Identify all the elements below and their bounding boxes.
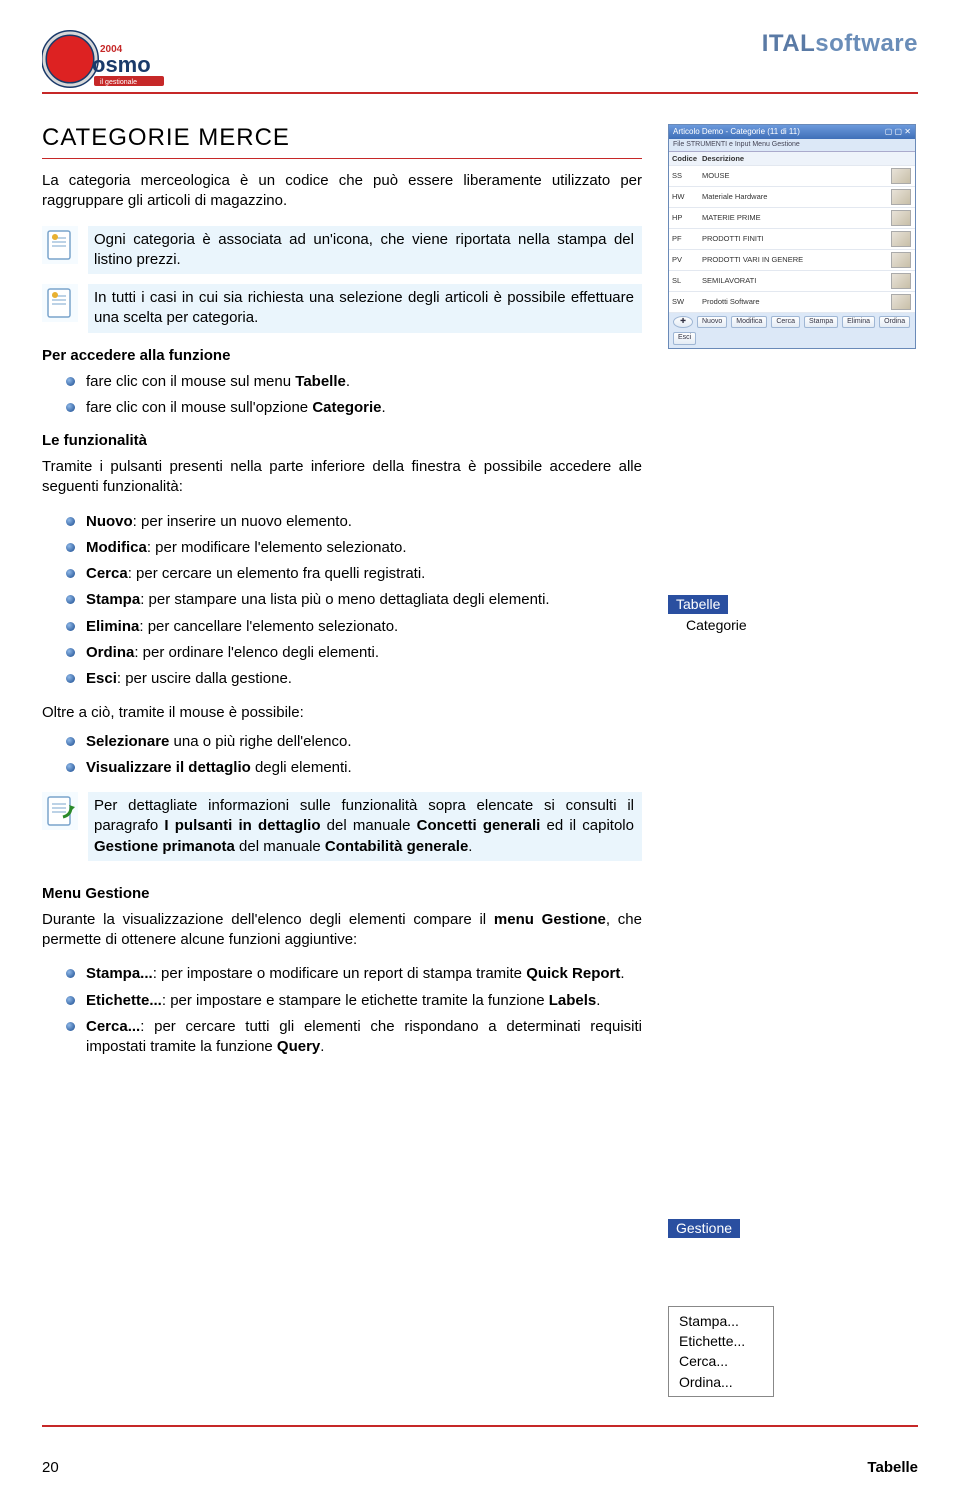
header-rule bbox=[42, 92, 918, 94]
svg-text:osmo: osmo bbox=[92, 52, 151, 77]
note-text-2: In tutti i casi in cui sia richiesta una… bbox=[88, 284, 642, 333]
page-header: 2004 osmo il gestionale ITALsoftware bbox=[42, 30, 918, 88]
note-row-2: In tutti i casi in cui sia richiesta una… bbox=[42, 284, 642, 333]
list-item: Modifica: per modificare l'elemento sele… bbox=[42, 538, 642, 558]
list-item: Etichette...: per impostare e stampare l… bbox=[42, 991, 642, 1011]
intro-paragraph: La categoria merceologica è un codice ch… bbox=[42, 171, 642, 212]
gestione-list: Stampa...: per impostare o modificare un… bbox=[42, 964, 642, 1057]
grid-row: PVPRODOTTI VARI IN GENERE bbox=[669, 250, 915, 271]
window-footer: ✚ Nuovo Modifica Cerca Stampa Elimina Or… bbox=[669, 313, 915, 348]
grid-row: SWProdotti Software bbox=[669, 292, 915, 313]
side-column: Articolo Demo - Categorie (11 di 11) ▢ ▢… bbox=[668, 124, 918, 1397]
side-menu-gestione: Gestione bbox=[668, 1219, 918, 1240]
footer-button: Elimina bbox=[842, 316, 875, 328]
func-intro: Tramite i pulsanti presenti nella parte … bbox=[42, 457, 642, 498]
list-item: Nuovo: per inserire un nuovo elemento. bbox=[42, 512, 642, 532]
grid-row: SSMOUSE bbox=[669, 166, 915, 187]
heading-functionality: Le funzionalità bbox=[42, 432, 642, 449]
func-list: Nuovo: per inserire un nuovo elemento. M… bbox=[42, 512, 642, 690]
menu-label-tabelle: Tabelle bbox=[668, 595, 728, 614]
list-item: Elimina: per cancellare l'elemento selez… bbox=[42, 617, 642, 637]
extra-intro: Oltre a ciò, tramite il mouse è possibil… bbox=[42, 703, 642, 723]
footer-rule bbox=[42, 1425, 918, 1427]
footer-button: Modifica bbox=[731, 316, 767, 328]
list-item: fare clic con il mouse sul menu Tabelle. bbox=[42, 372, 642, 392]
list-item: Esci: per uscire dalla gestione. bbox=[42, 669, 642, 689]
footer-section: Tabelle bbox=[867, 1459, 918, 1476]
logo-italsoftware: ITALsoftware bbox=[762, 30, 918, 58]
window-title: Articolo Demo - Categorie (11 di 11) bbox=[673, 127, 800, 137]
list-item: Selezionare una o più righe dell'elenco. bbox=[42, 732, 642, 752]
grid-row: SLSEMILAVORATI bbox=[669, 271, 915, 292]
list-item: Visualizzare il dettaglio degli elementi… bbox=[42, 758, 642, 778]
grid-row: HPMATERIE PRIME bbox=[669, 208, 915, 229]
footer-button: Nuovo bbox=[697, 316, 727, 328]
list-item: Ordina: per ordinare l'elenco degli elem… bbox=[42, 643, 642, 663]
main-column: CATEGORIE MERCE La categoria merceologic… bbox=[42, 124, 642, 1397]
side-menu-tabelle: Tabelle Categorie bbox=[668, 595, 918, 635]
extra-list: Selezionare una o più righe dell'elenco.… bbox=[42, 732, 642, 779]
svg-text:il gestionale: il gestionale bbox=[100, 79, 137, 86]
grid-row: HWMateriale Hardware bbox=[669, 187, 915, 208]
menu-item-categorie: Categorie bbox=[668, 616, 918, 635]
note-text-1: Ogni categoria è associata ad un'icona, … bbox=[88, 226, 642, 275]
menu-option: Cerca... bbox=[679, 1351, 745, 1371]
note-icon bbox=[42, 226, 78, 264]
list-item: fare clic con il mouse sull'opzione Cate… bbox=[42, 398, 642, 418]
note-text-3: Per dettagliate informazioni sulle funzi… bbox=[88, 792, 642, 861]
grid-header: CodiceDescrizione bbox=[669, 152, 915, 166]
footer-button: Cerca bbox=[771, 316, 800, 328]
heading-gestione: Menu Gestione bbox=[42, 885, 642, 902]
list-item: Cerca...: per cercare tutti gli elementi… bbox=[42, 1017, 642, 1058]
footer-button: Stampa bbox=[804, 316, 838, 328]
page-footer: 20 Tabelle bbox=[42, 1453, 918, 1476]
gestione-intro: Durante la visualizzazione dell'elenco d… bbox=[42, 910, 642, 951]
note-row-3: Per dettagliate informazioni sulle funzi… bbox=[42, 792, 642, 861]
menu-label-gestione: Gestione bbox=[668, 1219, 740, 1238]
title-rule bbox=[42, 158, 642, 159]
gestione-dropdown: Stampa... Etichette... Cerca... Ordina..… bbox=[668, 1306, 774, 1397]
window-titlebar: Articolo Demo - Categorie (11 di 11) ▢ ▢… bbox=[669, 125, 915, 139]
list-item: Stampa: per stampare una lista più o men… bbox=[42, 590, 642, 610]
list-item: Cerca: per cercare un elemento fra quell… bbox=[42, 564, 642, 584]
menu-option: Etichette... bbox=[679, 1331, 745, 1351]
side-screenshot-window: Articolo Demo - Categorie (11 di 11) ▢ ▢… bbox=[668, 124, 916, 349]
page-title: CATEGORIE MERCE bbox=[42, 124, 642, 152]
note-icon-ref bbox=[42, 792, 78, 830]
note-icon bbox=[42, 284, 78, 322]
window-toolbar: File STRUMENTI e Input Menu Gestione bbox=[669, 139, 915, 152]
list-item: Stampa...: per impostare o modificare un… bbox=[42, 964, 642, 984]
access-list: fare clic con il mouse sul menu Tabelle.… bbox=[42, 372, 642, 419]
menu-option: Stampa... bbox=[679, 1311, 745, 1331]
heading-access: Per accedere alla funzione bbox=[42, 347, 642, 364]
window-controls: ▢ ▢ ✕ bbox=[885, 127, 911, 137]
footer-button: Esci bbox=[673, 332, 696, 344]
footer-button: Ordina bbox=[879, 316, 910, 328]
note-row-1: Ogni categoria è associata ad un'icona, … bbox=[42, 226, 642, 275]
logo-cosmo: 2004 osmo il gestionale bbox=[42, 30, 182, 88]
page-number: 20 bbox=[42, 1459, 59, 1476]
menu-option: Ordina... bbox=[679, 1372, 745, 1392]
grid-row: PFPRODOTTI FINITI bbox=[669, 229, 915, 250]
grid: CodiceDescrizione SSMOUSE HWMateriale Ha… bbox=[669, 152, 915, 313]
